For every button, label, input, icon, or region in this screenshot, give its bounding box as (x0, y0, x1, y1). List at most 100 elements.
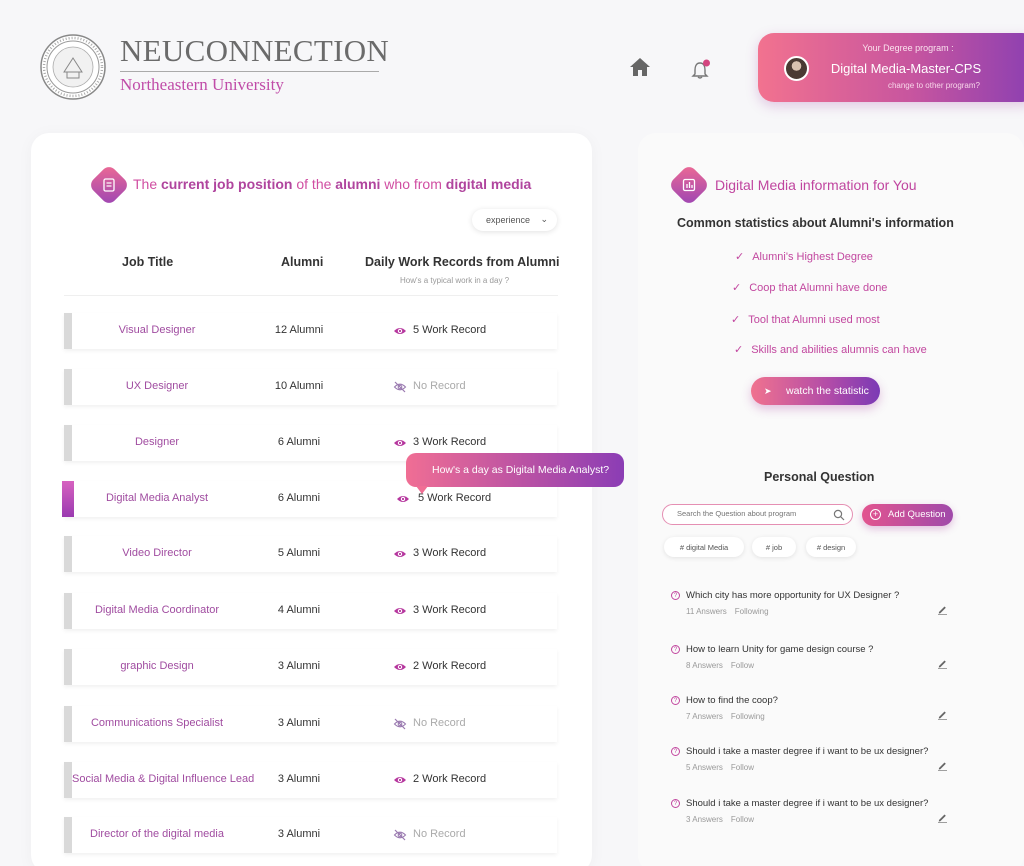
alumni-count: 3 Alumni (277, 828, 321, 840)
table-row[interactable]: Communications Specialist 3 Alumni No Reco… (64, 706, 557, 742)
check-icon: ✓ (734, 344, 744, 356)
column-header-alumni: Alumni (281, 255, 324, 269)
brand-divider (120, 71, 379, 72)
alumni-count: 6 Alumni (277, 436, 321, 448)
question-icon: ? (671, 696, 680, 705)
job-title[interactable]: Video Director (72, 547, 242, 559)
stat-item[interactable]: ✓ Alumni's Highest Degree (735, 250, 873, 263)
search-icon[interactable] (833, 509, 845, 521)
table-row[interactable]: Video Director 5 Alumni 3 Work Record (64, 536, 557, 572)
question-text[interactable]: Which city has more opportunity for UX D… (686, 590, 899, 601)
job-title[interactable]: Digital Media Coordinator (72, 604, 242, 616)
work-record[interactable]: 2 Work Record (413, 660, 486, 672)
table-row[interactable]: UX Designer 10 Alumni No Record (64, 369, 557, 405)
stat-item[interactable]: ✓ Coop that Alumni have done (732, 281, 887, 294)
row-accent-bar (64, 313, 72, 349)
work-record[interactable]: 3 Work Record (413, 436, 486, 448)
answer-count[interactable]: 7 Answers (686, 712, 723, 721)
table-row[interactable]: Digital Media Coordinator 4 Alumni 3 Work … (64, 593, 557, 629)
table-row[interactable]: Visual Designer 12 Alumni 5 Work Record (64, 313, 557, 349)
eye-icon[interactable] (396, 492, 410, 506)
follow-status[interactable]: Follow (731, 815, 754, 824)
check-icon: ✓ (735, 251, 745, 263)
answer-count[interactable]: 5 Answers (686, 763, 723, 772)
job-title[interactable]: graphic Design (72, 660, 242, 672)
answer-count[interactable]: 3 Answers (686, 815, 723, 824)
table-row[interactable]: Director of the digital media 3 Alumni No … (64, 817, 557, 853)
job-title[interactable]: Designer (72, 436, 242, 448)
alumni-count: 3 Alumni (277, 773, 321, 785)
question-meta: 11 Answers Following (686, 607, 769, 616)
add-question-button[interactable]: + Add Question (862, 504, 953, 526)
eye-off-icon (393, 828, 407, 842)
column-header-job-title: Job Title (122, 255, 174, 269)
watch-statistic-button[interactable]: ➤ watch the statistic (751, 377, 880, 405)
question-text[interactable]: How to find the coop? (686, 695, 778, 706)
question-text[interactable]: Should i take a master degree if i want … (686, 746, 928, 757)
stat-item[interactable]: ✓ Tool that Alumni used most (731, 313, 880, 326)
alumni-count: 4 Alumni (277, 604, 321, 616)
alumni-count: 3 Alumni (277, 717, 321, 729)
work-record[interactable]: 2 Work Record (413, 773, 486, 785)
row-accent-bar (64, 817, 72, 853)
edit-pencil-icon[interactable] (937, 760, 948, 771)
question-icon: ? (671, 645, 680, 654)
job-title[interactable]: Digital Media Analyst (72, 492, 242, 504)
edit-pencil-icon[interactable] (937, 812, 948, 823)
work-record[interactable]: 5 Work Record (413, 324, 486, 336)
question-text[interactable]: How to learn Unity for game design cours… (686, 644, 873, 655)
program-name: Digital Media-Master-CPS (830, 61, 982, 76)
work-record-tooltip: How's a day as Digital Media Analyst? (406, 453, 624, 494)
stat-item[interactable]: ✓ Skills and abilities alumnis can have (734, 343, 927, 356)
edit-pencil-icon[interactable] (937, 658, 948, 669)
experience-filter-dropdown[interactable]: experience ⌄ (472, 209, 557, 231)
question-text[interactable]: Should i take a master degree if i want … (686, 798, 928, 809)
follow-status[interactable]: Follow (731, 661, 754, 670)
eye-icon[interactable] (393, 660, 407, 674)
job-title[interactable]: Visual Designer (72, 324, 242, 336)
eye-icon[interactable] (393, 604, 407, 618)
follow-status[interactable]: Following (731, 712, 765, 721)
degree-program-card[interactable]: Your Degree program : Digital Media-Mast… (758, 33, 1024, 102)
work-record[interactable]: 3 Work Record (413, 547, 486, 559)
tag-design[interactable]: # design (806, 537, 856, 557)
experience-filter-value: experience (486, 215, 531, 225)
eye-icon[interactable] (393, 547, 407, 561)
question-search-input[interactable] (677, 509, 827, 518)
question-meta: 5 Answers Follow (686, 763, 754, 772)
notification-bell-icon[interactable] (691, 58, 711, 80)
eye-off-icon (393, 380, 407, 394)
edit-pencil-icon[interactable] (937, 709, 948, 720)
change-program-link[interactable]: change to other program? (888, 81, 980, 90)
university-seal-logo (40, 34, 106, 100)
eye-icon[interactable] (393, 773, 407, 787)
eye-icon[interactable] (393, 324, 407, 338)
follow-status[interactable]: Following (735, 607, 769, 616)
job-title[interactable]: Communications Specialist (72, 717, 242, 729)
tag-job[interactable]: # job (752, 537, 796, 557)
table-row[interactable]: Social Media & Digital Influence Lead 3 A… (64, 762, 557, 798)
job-title[interactable]: UX Designer (72, 380, 242, 392)
work-record[interactable]: 3 Work Record (413, 604, 486, 616)
home-icon[interactable] (629, 57, 651, 77)
personal-question-title: Personal Question (764, 470, 875, 484)
brand-title: NEUCONNECTION (120, 33, 390, 68)
question-search[interactable] (662, 504, 853, 525)
follow-status[interactable]: Follow (731, 763, 754, 772)
job-title[interactable]: Director of the digital media (72, 828, 242, 840)
chevron-down-icon: ⌄ (540, 214, 548, 224)
question-meta: 8 Answers Follow (686, 661, 754, 670)
alumni-count: 12 Alumni (274, 324, 324, 336)
plus-icon: + (870, 509, 881, 520)
table-row[interactable]: graphic Design 3 Alumni 2 Work Record (64, 649, 557, 685)
tag-digital-media[interactable]: # digital Media (664, 537, 744, 557)
stats-subheading: Common statistics about Alumni's informa… (677, 216, 954, 230)
answer-count[interactable]: 11 Answers (686, 607, 727, 616)
row-accent-bar (64, 649, 72, 685)
work-record[interactable]: 5 Work Record (418, 492, 491, 504)
answer-count[interactable]: 8 Answers (686, 661, 723, 670)
edit-pencil-icon[interactable] (937, 604, 948, 615)
check-icon: ✓ (732, 282, 742, 294)
eye-icon[interactable] (393, 436, 407, 450)
job-title[interactable]: Social Media & Digital Influence Lead (72, 773, 254, 785)
